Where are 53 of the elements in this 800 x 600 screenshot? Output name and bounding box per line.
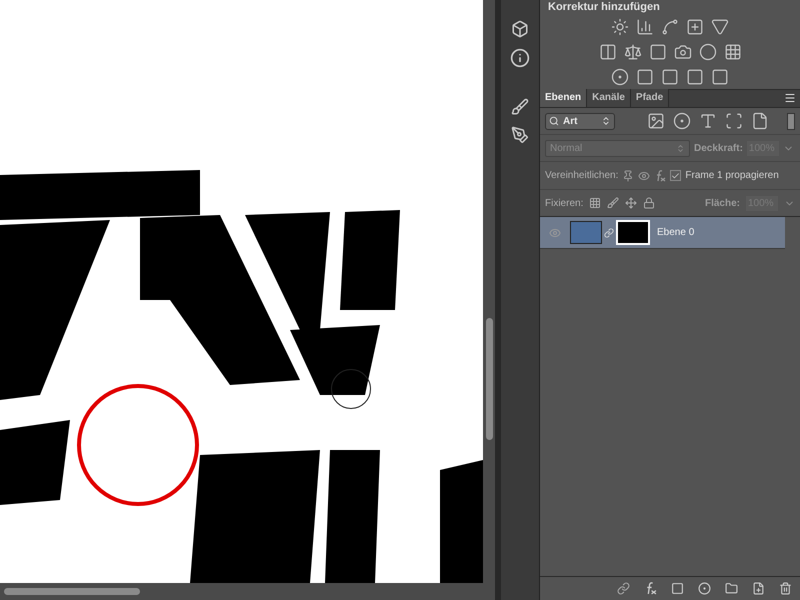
layer-mask-thumbnail [616, 220, 650, 245]
propagate-checkbox[interactable] [670, 170, 682, 181]
lock-transparency-icon[interactable] [589, 197, 602, 209]
new-group-icon[interactable] [725, 582, 738, 595]
vibrance-icon[interactable] [711, 18, 729, 36]
3d-cube-icon[interactable] [511, 20, 529, 38]
opacity-label: Deckkraft: [694, 142, 743, 156]
pixel-filter-icon[interactable] [647, 112, 665, 130]
unify-position-icon[interactable] [622, 170, 634, 182]
tool-presets-icon[interactable] [511, 126, 529, 144]
unify-style-icon[interactable] [654, 170, 666, 182]
hue-saturation-icon[interactable] [598, 43, 616, 61]
link-layers-icon[interactable] [617, 582, 630, 595]
new-layer-icon[interactable] [752, 582, 765, 595]
histogram-icon[interactable] [636, 18, 654, 36]
layer-row[interactable]: Ebene 0 [540, 217, 785, 249]
stepper-arrows-icon [676, 144, 685, 152]
panel-tab[interactable]: Ebenen [540, 89, 588, 107]
color-lookup-icon[interactable] [724, 43, 742, 61]
stepper-arrows-icon [601, 116, 611, 126]
info-icon[interactable] [510, 48, 530, 68]
delete-icon[interactable] [779, 582, 792, 595]
horizontal-scrollbar-thumb[interactable] [4, 588, 140, 595]
curves-icon[interactable] [661, 18, 679, 36]
mask-link-icon[interactable] [604, 226, 614, 238]
layer-name[interactable]: Ebene 0 [657, 225, 694, 240]
unify-visibility-icon[interactable] [638, 170, 650, 182]
lock-pixels-icon[interactable] [607, 197, 620, 209]
panel-tab[interactable]: Pfade [630, 89, 670, 107]
smart-object-filter-icon[interactable] [751, 112, 769, 130]
lock-label: Fixieren: [545, 196, 584, 210]
exposure-icon[interactable] [686, 18, 704, 36]
layer-thumbnail [570, 221, 602, 244]
brightness-icon[interactable] [611, 18, 629, 36]
lock-all-icon[interactable] [643, 197, 656, 209]
filter-dropdown[interactable]: Art [545, 112, 615, 130]
unify-label: Vereinheitlichen: [545, 169, 618, 183]
filter-toggle[interactable] [787, 112, 795, 130]
photo-filter-icon[interactable] [674, 43, 692, 61]
search-icon [549, 116, 559, 126]
shape-filter-icon[interactable] [725, 112, 743, 130]
color-balance-icon[interactable] [624, 43, 642, 61]
panel-title: Korrektur hinzufügen [547, 0, 660, 14]
lock-position-icon[interactable] [625, 197, 638, 209]
brush-cursor [331, 369, 371, 409]
square-icon[interactable] [648, 43, 666, 61]
propagate-label: Frame 1 propagieren [685, 169, 779, 183]
fill-label: Fläche: [704, 196, 740, 210]
vertical-scrollbar-thumb[interactable] [486, 318, 492, 440]
panel-menu-icon[interactable] [784, 92, 796, 104]
brushes-icon[interactable] [511, 98, 529, 116]
text-filter-icon[interactable] [699, 112, 717, 130]
panel-tab[interactable]: Kanäle [587, 89, 631, 107]
